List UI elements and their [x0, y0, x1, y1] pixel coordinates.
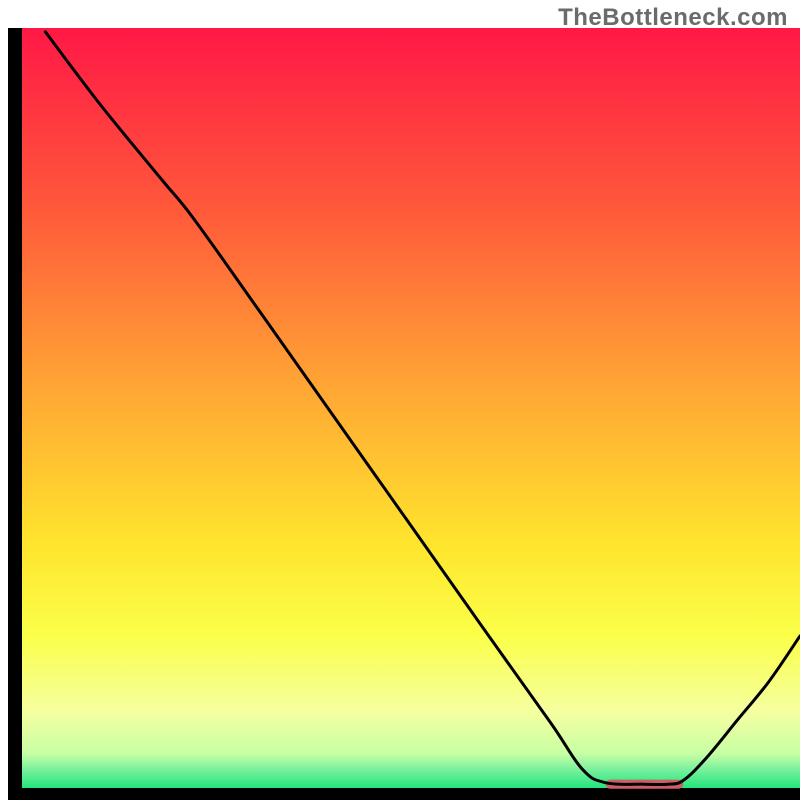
y-axis	[8, 28, 22, 800]
x-axis	[8, 788, 800, 800]
chart-container: TheBottleneck.com	[0, 0, 800, 800]
watermark-text: TheBottleneck.com	[558, 4, 788, 32]
plot-background	[22, 28, 800, 788]
bottleneck-chart	[0, 0, 800, 800]
